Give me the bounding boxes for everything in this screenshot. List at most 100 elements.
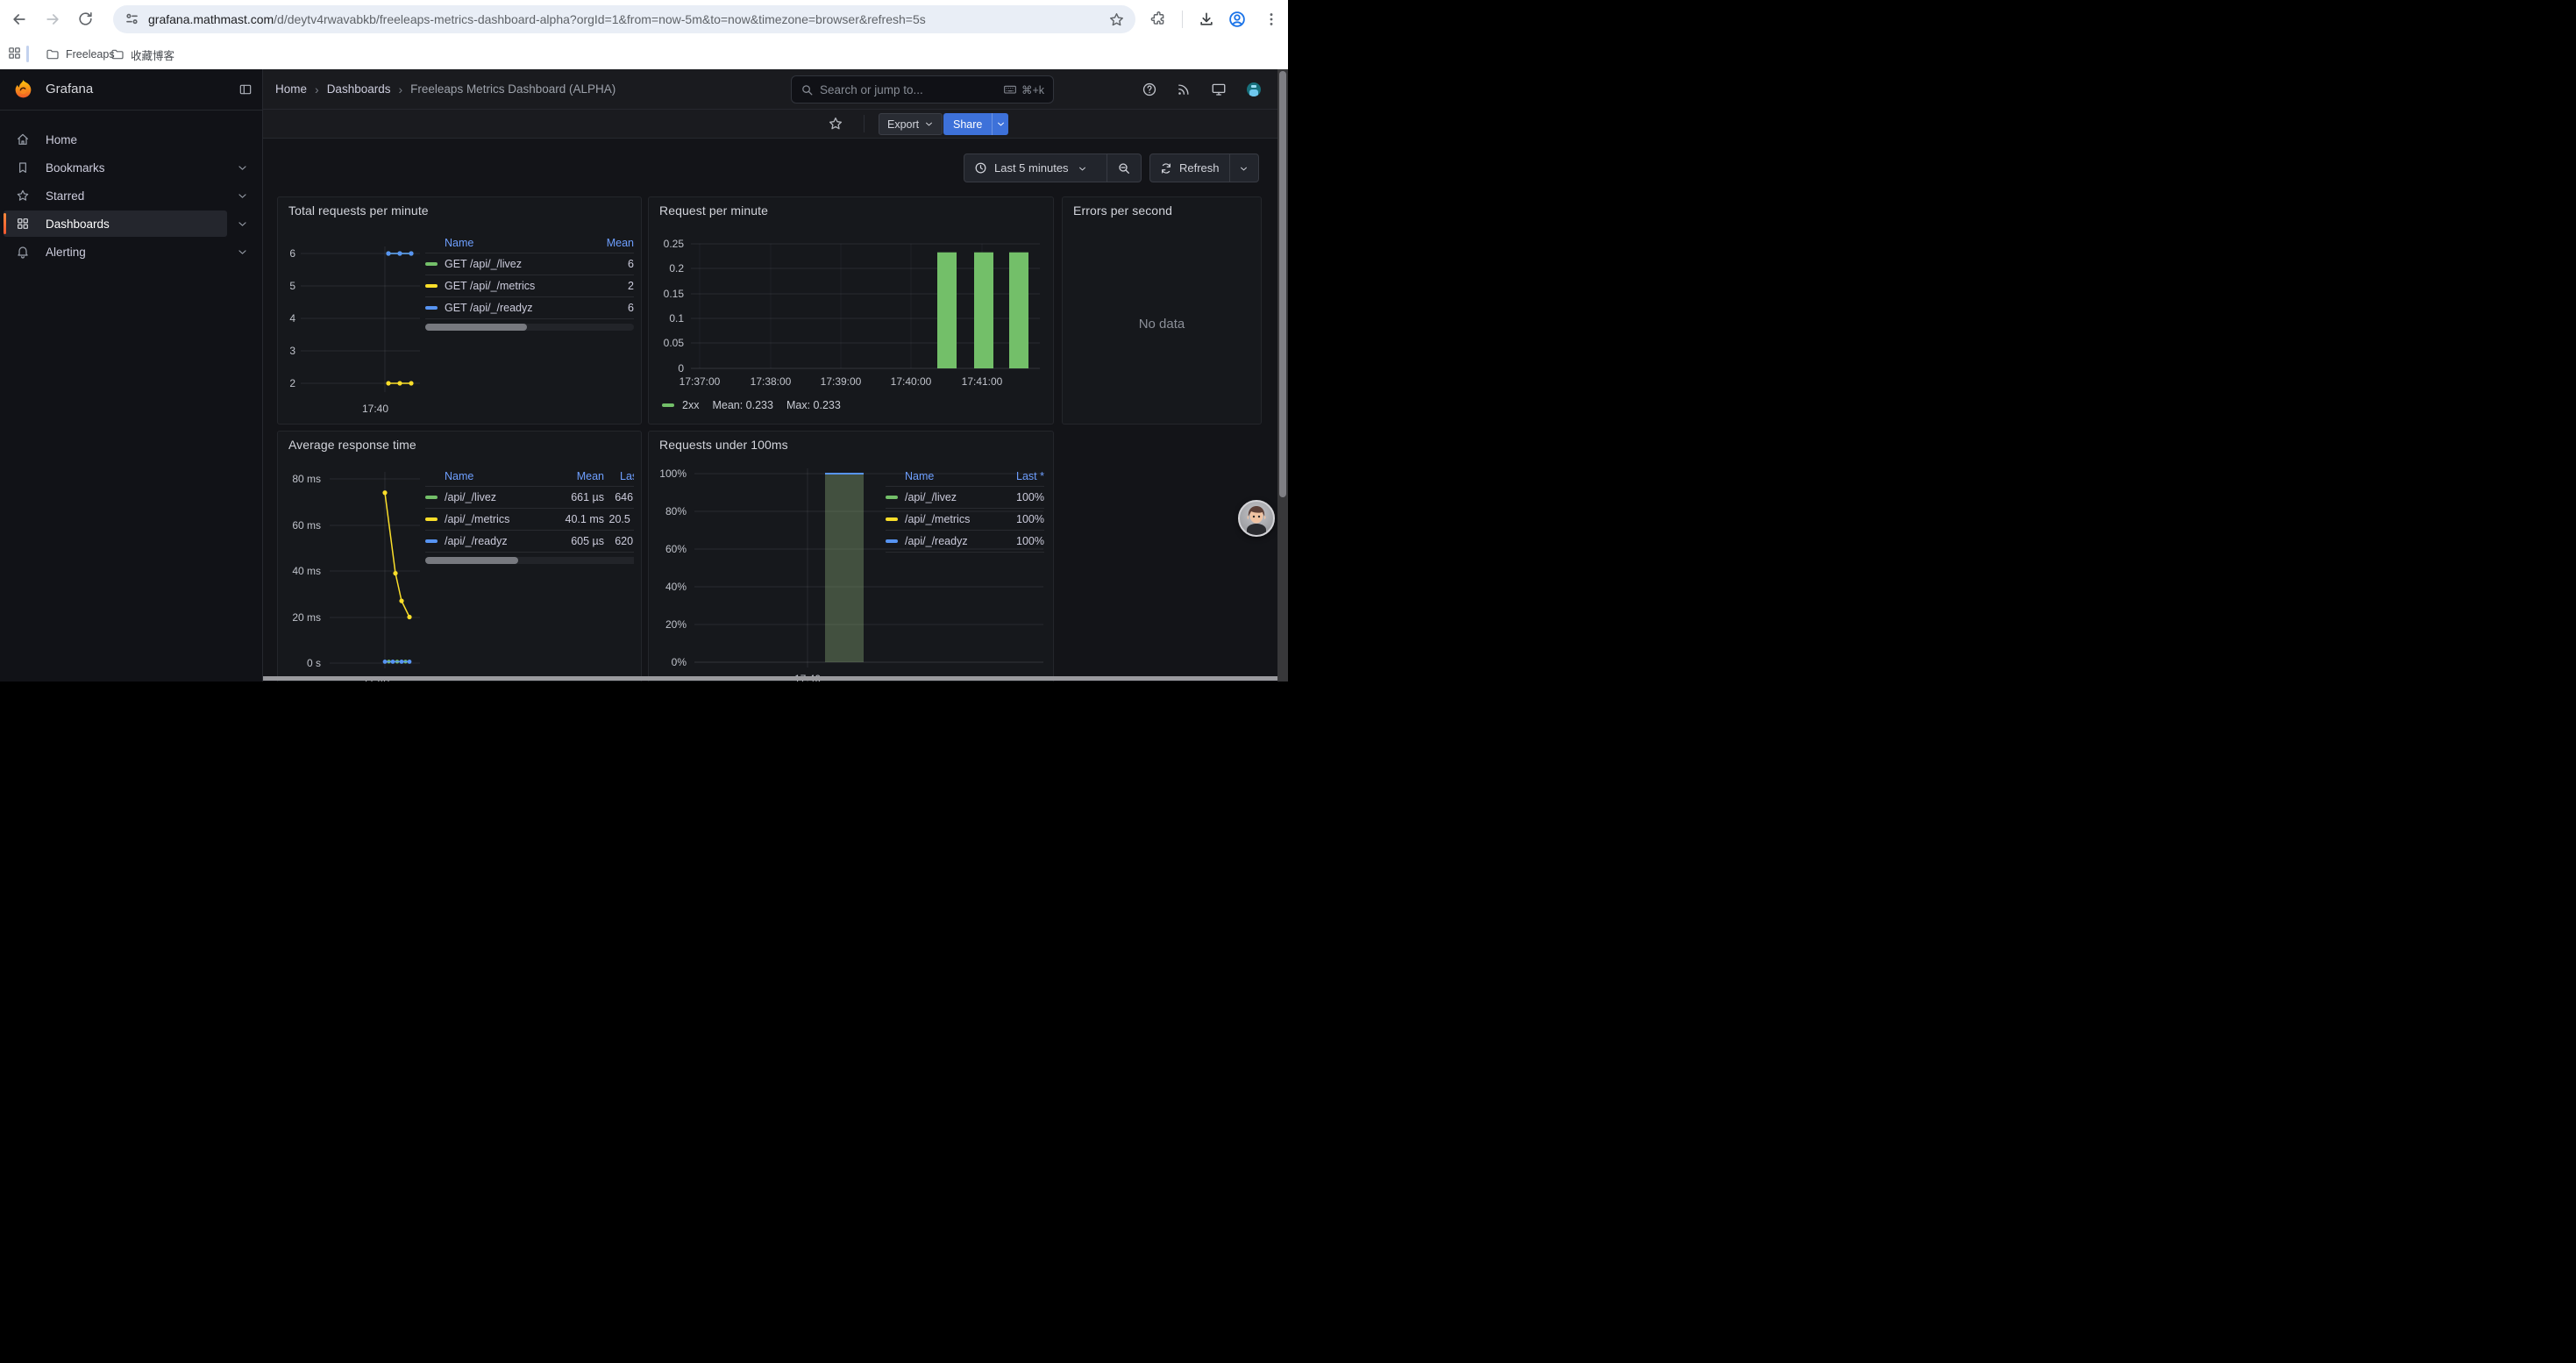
zoom-out-button[interactable] [1107, 154, 1141, 182]
legend-row[interactable]: GET /api/_/metrics2 [425, 275, 634, 297]
legend-series-name[interactable]: /api/_/metrics [905, 513, 970, 525]
legend-series-name[interactable]: /api/_/livez [445, 491, 496, 503]
panel-title[interactable]: Average response time [288, 438, 416, 452]
breadcrumb-item[interactable]: Freeleaps Metrics Dashboard (ALPHA) [410, 82, 616, 96]
legend-swatch [425, 539, 438, 543]
chevron-down-icon [996, 119, 1006, 129]
downloads-icon[interactable] [1198, 11, 1215, 28]
forward-icon[interactable] [44, 11, 61, 28]
profile-icon[interactable] [1228, 10, 1247, 29]
legend-value: 40.1 ms [553, 513, 604, 525]
scrollbar-thumb[interactable] [1279, 71, 1286, 497]
panel-errors-per-second: Errors per second No data [1062, 196, 1262, 425]
share-menu-button[interactable] [992, 113, 1008, 135]
dashboard-toolbar: Export Share [263, 110, 1288, 139]
chevron-down-icon[interactable] [237, 190, 248, 202]
no-data-message: No data [1063, 317, 1261, 332]
assistant-avatar[interactable] [1238, 500, 1275, 537]
chevron-down-icon[interactable] [237, 246, 248, 258]
export-button[interactable]: Export [879, 113, 943, 135]
legend-series-name[interactable]: /api/_/readyz [905, 535, 968, 547]
horizontal-scrollbar[interactable] [263, 676, 1288, 681]
legend-row[interactable]: /api/_/readyz100% [886, 531, 1044, 553]
monitor-icon[interactable] [1211, 82, 1227, 97]
chevron-down-icon [1239, 163, 1249, 173]
user-avatar[interactable] [1247, 82, 1261, 96]
legend-table: NameMeanGET /api/_/livez6GET /api/_/metr… [425, 232, 634, 331]
collapse-sidebar-icon[interactable] [238, 82, 253, 96]
help-icon[interactable] [1142, 82, 1157, 97]
sidebar-item-dashboards[interactable]: Dashboards [0, 210, 262, 238]
panel-title[interactable]: Requests under 100ms [659, 438, 788, 452]
brand-name[interactable]: Grafana [46, 82, 93, 96]
share-button[interactable]: Share [943, 113, 992, 135]
legend-row[interactable]: /api/_/metrics40.1 ms20.5 ms [425, 509, 634, 531]
refresh-interval-button[interactable] [1229, 154, 1258, 182]
legend-series-name[interactable]: GET /api/_/metrics [445, 280, 535, 292]
panel-title[interactable]: Errors per second [1073, 203, 1172, 218]
legend-series-name[interactable]: 2xx [682, 399, 699, 411]
bell-icon [16, 245, 30, 259]
breadcrumb: Home›Dashboards›Freeleaps Metrics Dashbo… [275, 69, 616, 109]
sidebar-item-label: Starred [46, 189, 84, 203]
legend-header: NameMean [425, 232, 634, 253]
legend-series-name[interactable]: /api/_/metrics [445, 513, 509, 525]
refresh-button[interactable]: Refresh [1150, 154, 1229, 182]
grafana-header: Home›Dashboards›Freeleaps Metrics Dashbo… [263, 69, 1288, 110]
legend-series-name[interactable]: /api/_/livez [905, 491, 957, 503]
panel-average-response-time: Average response time 80 ms60 ms40 ms20 … [277, 431, 642, 682]
apps-grid-icon[interactable] [7, 46, 23, 61]
svg-text:2: 2 [289, 377, 295, 389]
reload-icon[interactable] [77, 11, 95, 28]
chart-request-per-minute[interactable]: 0.250.20.150.10.05017:37:0017:38:0017:39… [649, 197, 1054, 425]
legend-row[interactable]: /api/_/readyz605 µs620 µs [425, 531, 634, 553]
svg-text:100%: 100% [659, 467, 687, 480]
sidebar-item-home[interactable]: Home [0, 125, 262, 153]
sidebar-item-bookmarks[interactable]: Bookmarks [0, 153, 262, 182]
grafana-logo-icon[interactable] [13, 79, 33, 100]
legend-scrollbar[interactable] [425, 557, 634, 564]
legend-value: 661 µs [553, 491, 604, 503]
chevron-down-icon[interactable] [237, 218, 248, 230]
legend-line[interactable]: 2xxMean: 0.233Max: 0.233 [662, 399, 841, 411]
dashboard-canvas: Last 5 minutes Refresh [263, 139, 1288, 682]
svg-text:60 ms: 60 ms [292, 519, 321, 532]
menu-dots-icon[interactable] [1263, 11, 1280, 28]
panel-total-requests-per-minute: Total requests per minute 6543217:40 Nam… [277, 196, 642, 425]
bookmark-item[interactable]: 收藏博客 [103, 44, 181, 65]
chevron-down-icon[interactable] [237, 162, 248, 174]
sidebar-item-label: Alerting [46, 246, 86, 259]
legend-row[interactable]: GET /api/_/readyz6 [425, 297, 634, 319]
bookmark-star-icon[interactable] [1108, 11, 1125, 28]
news-rss-icon[interactable] [1176, 82, 1192, 97]
svg-text:0.1: 0.1 [669, 312, 684, 325]
extensions-icon[interactable] [1150, 11, 1168, 28]
time-range-picker[interactable]: Last 5 minutes [964, 154, 1107, 182]
legend-series-name[interactable]: /api/_/readyz [445, 535, 508, 547]
panel-title[interactable]: Request per minute [659, 203, 768, 218]
legend-value: 605 µs [553, 535, 604, 547]
legend-scrollbar[interactable] [425, 324, 634, 331]
legend-swatch [886, 539, 898, 543]
back-icon[interactable] [11, 11, 28, 28]
legend-row[interactable]: /api/_/metrics100% [886, 509, 1044, 531]
sidebar-item-alerting[interactable]: Alerting [0, 238, 262, 266]
breadcrumb-item[interactable]: Home [275, 82, 307, 96]
legend-row[interactable]: GET /api/_/livez6 [425, 253, 634, 275]
sidebar-item-starred[interactable]: Starred [0, 182, 262, 210]
legend-swatch [425, 306, 438, 310]
site-settings-icon[interactable] [124, 11, 141, 28]
legend-series-name[interactable]: GET /api/_/readyz [445, 302, 533, 314]
active-indicator [4, 213, 6, 234]
time-controls: Last 5 minutes [964, 153, 1142, 182]
favorite-star-icon[interactable] [828, 116, 843, 132]
legend-row[interactable]: /api/_/livez100% [886, 487, 1044, 509]
panel-title[interactable]: Total requests per minute [288, 203, 429, 218]
address-bar[interactable]: grafana.mathmast.com/d/deytv4rwavabkb/fr… [113, 5, 1135, 33]
legend-row[interactable]: /api/_/livez661 µs646 µs [425, 487, 634, 509]
svg-text:17:39:00: 17:39:00 [821, 375, 862, 388]
breadcrumb-item[interactable]: Dashboards [327, 82, 391, 96]
legend-series-name[interactable]: GET /api/_/livez [445, 258, 522, 270]
search-input[interactable]: Search or jump to... ⌘+k [791, 75, 1054, 103]
page-scrollbar[interactable] [1277, 69, 1288, 682]
